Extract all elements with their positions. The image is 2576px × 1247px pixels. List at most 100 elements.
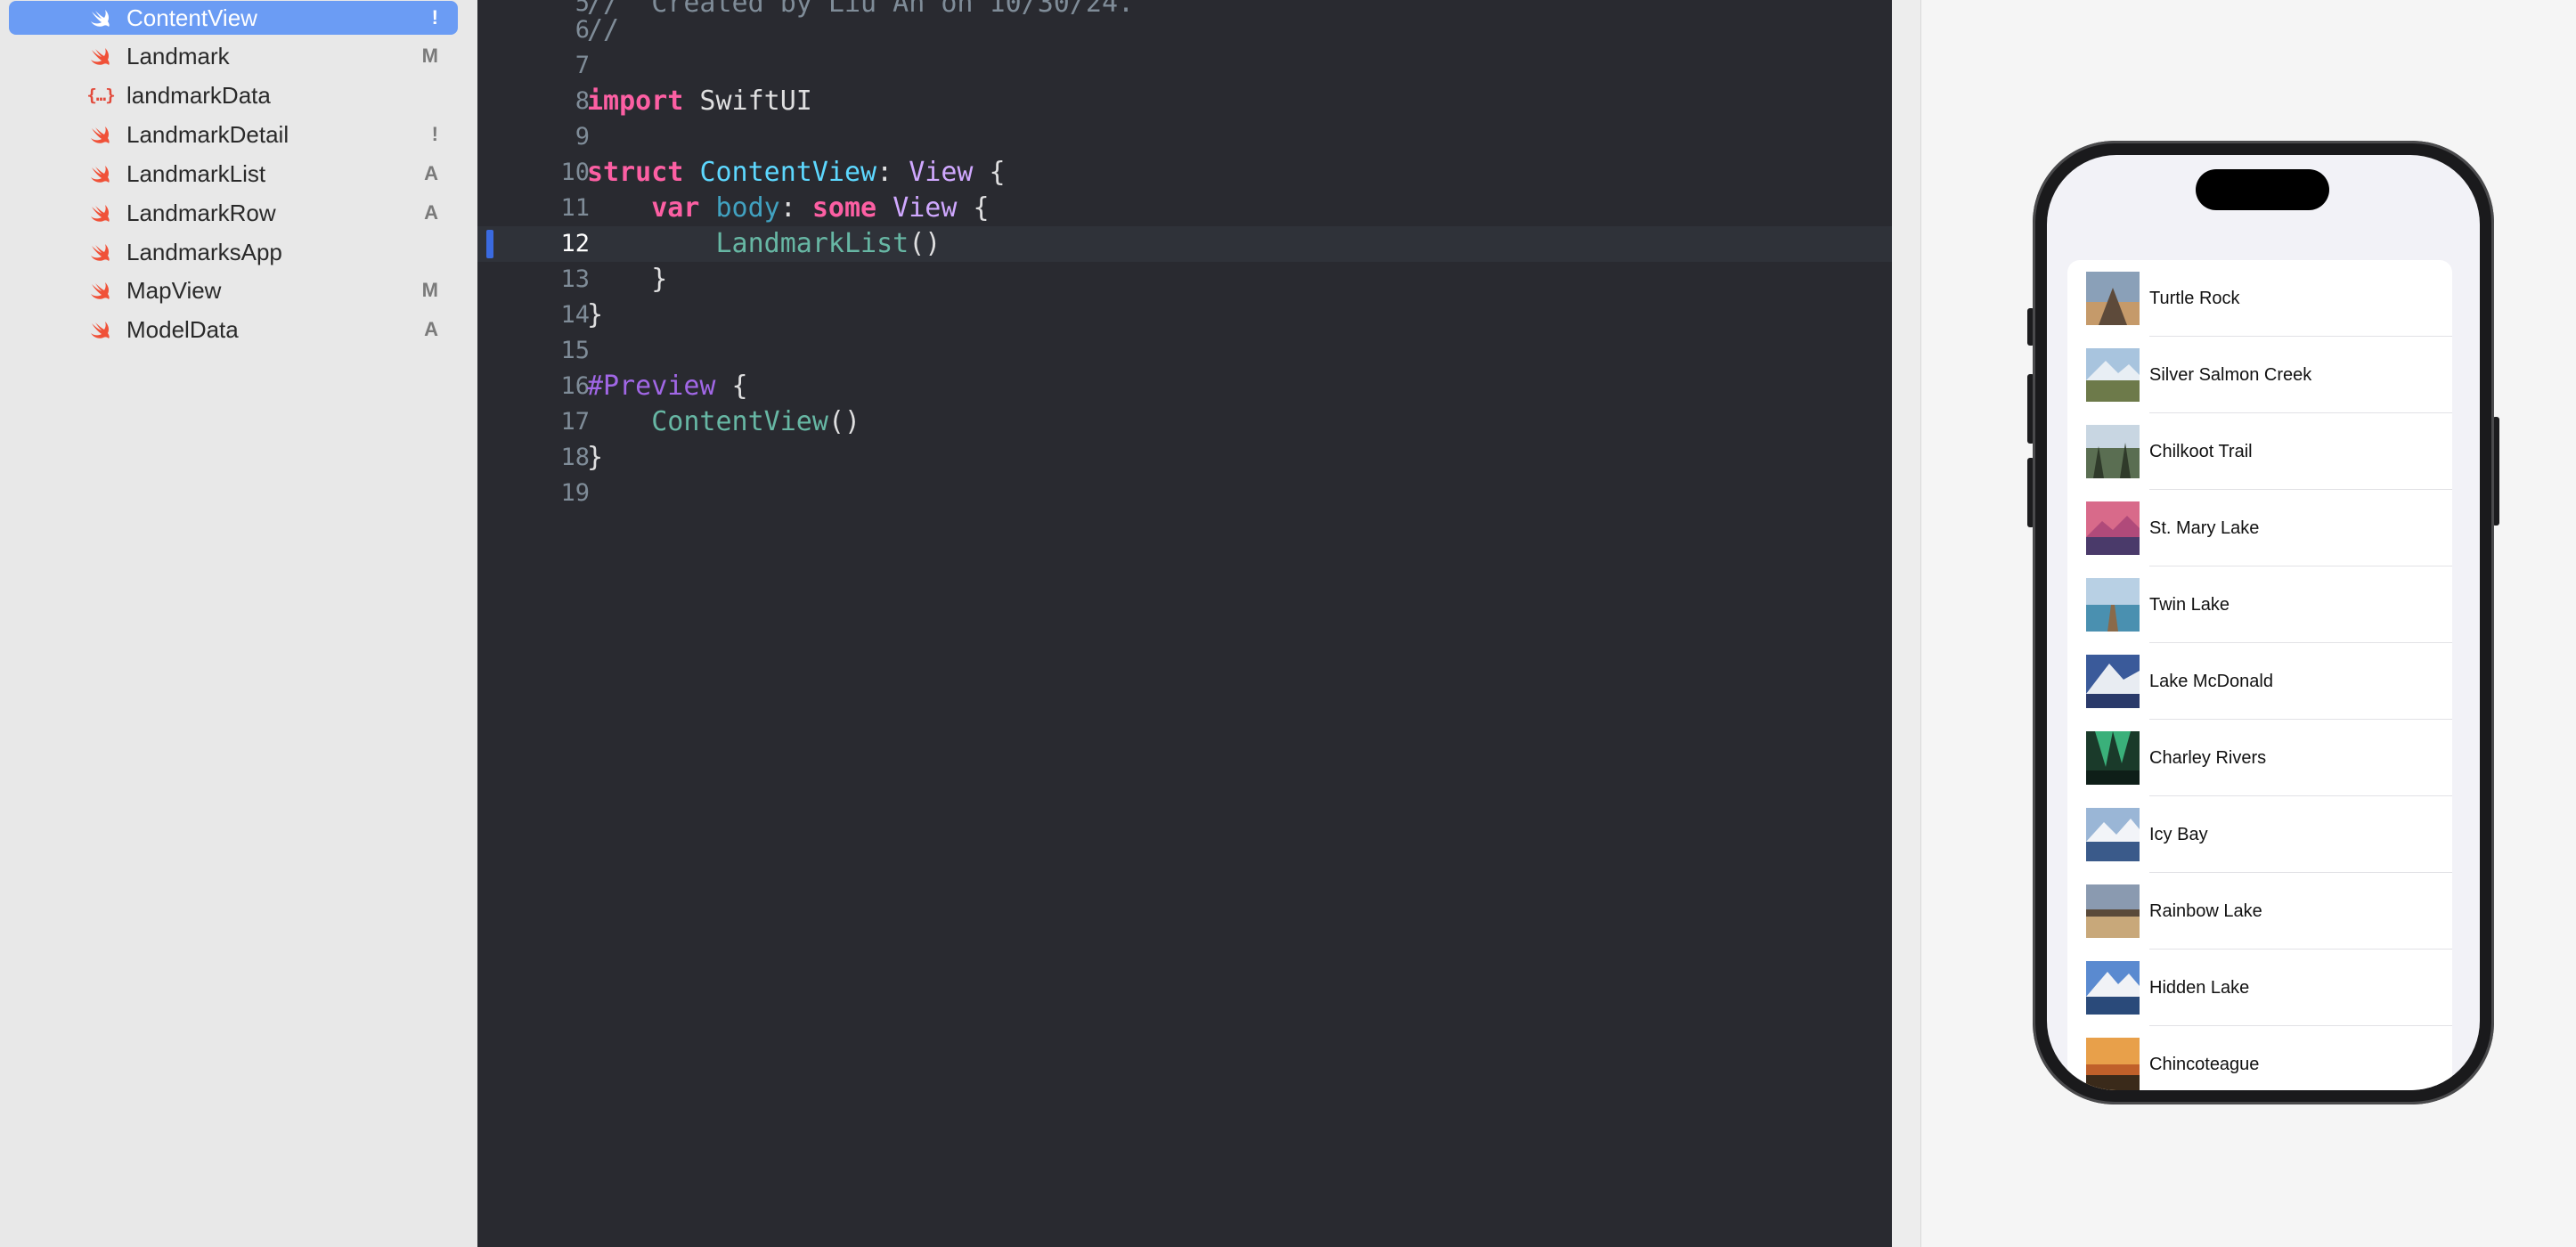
xcode-window: ContentView ! Landmark M {…} landmarkDat… bbox=[0, 0, 2576, 1247]
module-token: SwiftUI bbox=[683, 86, 812, 117]
punct-token: { bbox=[957, 192, 990, 224]
scm-status-badge: ! bbox=[431, 6, 438, 29]
call-token: LandmarkList bbox=[715, 228, 909, 259]
thumb-feature bbox=[2086, 1064, 2140, 1075]
landmark-thumbnail bbox=[2086, 731, 2140, 785]
punct-token: () bbox=[827, 406, 861, 437]
navigator-item-contentview[interactable]: ContentView ! bbox=[9, 1, 458, 35]
swift-file-icon bbox=[87, 6, 114, 29]
swift-file-icon bbox=[87, 279, 114, 302]
code-line[interactable]: 17 ContentView() bbox=[477, 404, 1892, 440]
code-text: var body: some View { bbox=[587, 191, 990, 226]
navigator-item-landmarkdata[interactable]: {…} landmarkData bbox=[9, 78, 458, 112]
line-number: 11 bbox=[560, 194, 590, 222]
code-line[interactable]: 14 } bbox=[477, 297, 1892, 333]
line-number: 17 bbox=[560, 408, 590, 436]
navigator-item-label: ContentView bbox=[126, 4, 257, 31]
landmark-thumbnail bbox=[2086, 348, 2140, 402]
landmark-row[interactable]: Charley Rivers bbox=[2067, 720, 2452, 796]
landmark-thumbnail bbox=[2086, 655, 2140, 708]
landmark-name: Hidden Lake bbox=[2149, 978, 2250, 998]
landmark-row[interactable]: Icy Bay bbox=[2067, 796, 2452, 873]
swift-file-icon bbox=[87, 240, 114, 264]
current-code-line[interactable]: 12 LandmarkList() bbox=[477, 226, 1892, 262]
landmark-row[interactable]: Chilkoot Trail bbox=[2067, 413, 2452, 490]
swift-file-icon bbox=[87, 201, 114, 224]
line-number: 14 bbox=[560, 301, 590, 329]
landmark-name: Twin Lake bbox=[2149, 595, 2230, 615]
line-number: 19 bbox=[560, 479, 590, 507]
line-number: 7 bbox=[575, 52, 590, 79]
scm-status-badge: M bbox=[421, 279, 438, 301]
landmark-name: Rainbow Lake bbox=[2149, 901, 2262, 921]
code-line[interactable]: 8 import SwiftUI bbox=[477, 84, 1892, 119]
code-line[interactable]: 10 struct ContentView: View { bbox=[477, 155, 1892, 191]
line-number: 18 bbox=[560, 444, 590, 471]
thumb-ground bbox=[2086, 770, 2140, 785]
landmark-name: Charley Rivers bbox=[2149, 748, 2267, 768]
navigator-item-landmark[interactable]: Landmark M bbox=[9, 39, 458, 73]
code-text: ContentView() bbox=[587, 404, 860, 440]
type-token: View bbox=[893, 192, 958, 224]
device-screen[interactable]: Turtle Rock Silver Salmon Creek Chilkoot… bbox=[2047, 155, 2480, 1090]
navigator-item-landmarkrow[interactable]: LandmarkRow A bbox=[9, 196, 458, 230]
navigator-item-label: LandmarkList bbox=[126, 160, 266, 187]
landmark-name: Turtle Rock bbox=[2149, 289, 2240, 308]
punct-token: () bbox=[909, 228, 942, 259]
code-comment: // bbox=[587, 14, 620, 45]
code-text: #Preview { bbox=[587, 369, 748, 404]
code-line[interactable]: 9 bbox=[477, 119, 1892, 155]
code-line[interactable]: 15 bbox=[477, 333, 1892, 369]
navigator-item-landmarksapp[interactable]: LandmarksApp bbox=[9, 235, 458, 269]
code-text: } bbox=[587, 299, 604, 330]
landmark-name: St. Mary Lake bbox=[2149, 518, 2260, 538]
landmark-thumbnail bbox=[2086, 272, 2140, 325]
canvas-divider[interactable] bbox=[1892, 0, 1921, 1247]
scm-status-badge: A bbox=[424, 201, 438, 224]
line-number: 9 bbox=[575, 123, 590, 151]
landmark-row[interactable]: Turtle Rock bbox=[2067, 260, 2452, 337]
navigator-item-landmarklist[interactable]: LandmarkList A bbox=[9, 157, 458, 191]
code-line[interactable]: 16 #Preview { bbox=[477, 369, 1892, 404]
landmark-thumbnail bbox=[2086, 501, 2140, 555]
landmark-row[interactable]: Chincoteague bbox=[2067, 1026, 2452, 1090]
code-line[interactable]: 7 bbox=[477, 48, 1892, 84]
landmark-row[interactable]: Hidden Lake bbox=[2067, 950, 2452, 1026]
landmark-list[interactable]: Turtle Rock Silver Salmon Creek Chilkoot… bbox=[2067, 260, 2452, 1090]
landmark-name: Lake McDonald bbox=[2149, 672, 2273, 691]
thumb-ground bbox=[2086, 917, 2140, 938]
navigator-item-modeldata[interactable]: ModelData A bbox=[9, 313, 458, 346]
change-bar-marker[interactable] bbox=[486, 230, 493, 258]
thumb-ground bbox=[2086, 997, 2140, 1015]
code-line[interactable]: 19 bbox=[477, 476, 1892, 511]
iphone-device-frame: Turtle Rock Silver Salmon Creek Chilkoot… bbox=[2033, 141, 2494, 1104]
source-editor[interactable]: 5 // Created by Liu An on 10/30/24. 6 //… bbox=[477, 0, 1892, 1247]
navigator-item-landmarkdetail[interactable]: LandmarkDetail ! bbox=[9, 118, 458, 151]
code-line[interactable]: 13 } bbox=[477, 262, 1892, 297]
swift-file-icon bbox=[87, 123, 114, 146]
code-text: import SwiftUI bbox=[587, 84, 812, 119]
landmark-row[interactable]: Twin Lake bbox=[2067, 566, 2452, 643]
thumb-feature bbox=[2086, 909, 2140, 917]
navigator-item-mapview[interactable]: MapView M bbox=[9, 273, 458, 307]
scm-status-badge: A bbox=[424, 162, 438, 184]
type-token: View bbox=[909, 157, 974, 188]
project-navigator: ContentView ! Landmark M {…} landmarkDat… bbox=[0, 0, 477, 1247]
landmark-row[interactable]: Rainbow Lake bbox=[2067, 873, 2452, 950]
landmark-name: Chilkoot Trail bbox=[2149, 442, 2253, 461]
landmark-row[interactable]: Lake McDonald bbox=[2067, 643, 2452, 720]
landmark-row[interactable]: St. Mary Lake bbox=[2067, 490, 2452, 566]
dynamic-island bbox=[2196, 169, 2329, 210]
code-line[interactable]: 11 var body: some View { bbox=[477, 191, 1892, 226]
landmark-thumbnail bbox=[2086, 578, 2140, 632]
code-line[interactable]: 18 } bbox=[477, 440, 1892, 476]
landmark-row[interactable]: Silver Salmon Creek bbox=[2067, 337, 2452, 413]
thumb-ground bbox=[2086, 694, 2140, 708]
swift-file-icon bbox=[87, 162, 114, 185]
code-text: struct ContentView: View { bbox=[587, 155, 1006, 191]
landmark-name: Icy Bay bbox=[2149, 825, 2208, 844]
code-line[interactable]: 6 // bbox=[477, 12, 1892, 48]
line-number: 13 bbox=[560, 265, 590, 293]
type-declaration-token: ContentView bbox=[699, 157, 877, 188]
